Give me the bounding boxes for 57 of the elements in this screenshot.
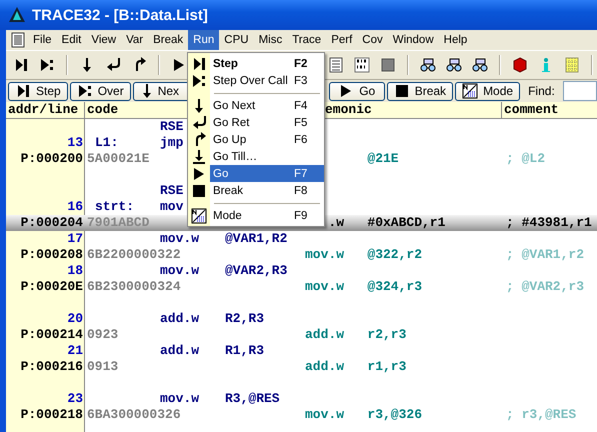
source-mnemonic: mov.w	[160, 391, 200, 406]
source-operands: @VAR1,R2	[225, 231, 288, 246]
mnemonic: add.w	[305, 327, 344, 342]
mnemonic: mov.w	[305, 247, 344, 262]
line-number: 21	[67, 343, 83, 358]
source-operands: @VAR2,R3	[225, 263, 288, 278]
line-number: 18	[67, 263, 83, 278]
operands: r2,r3	[367, 327, 406, 342]
mnemonic: add.w	[305, 359, 344, 374]
mnemonic: mov.w	[305, 407, 344, 422]
operands: r3,@326	[367, 407, 422, 422]
opcode: 5A00021E	[87, 151, 150, 166]
code-label: strt:	[95, 199, 134, 214]
line-number: 13	[67, 135, 83, 150]
address: P:000218	[20, 407, 83, 422]
find-label: Find:	[528, 84, 555, 98]
opcode: 0913	[87, 359, 118, 374]
operands: r1,r3	[367, 359, 406, 374]
address: P:000214	[20, 327, 83, 342]
opcode: 7901ABCD	[87, 215, 150, 230]
line-number: 16	[67, 199, 83, 214]
code-label: L1:	[95, 135, 118, 150]
source-mnemonic: add.w	[160, 311, 200, 326]
source-mnemonic: RSE	[160, 183, 184, 198]
line-number: 17	[67, 231, 83, 246]
line-number: 20	[67, 311, 83, 326]
operands: #0xABCD,r1	[367, 215, 446, 230]
line-number: 23	[67, 391, 83, 406]
source-mnemonic: add.w	[160, 343, 200, 358]
operands: @322,r2	[367, 247, 422, 262]
operands: @21E	[367, 151, 399, 166]
source-mnemonic: mov.w	[160, 263, 200, 278]
comment: ; @VAR1,r2	[506, 247, 584, 262]
comment: ; @L2	[506, 151, 546, 166]
source-operands: R2,R3	[225, 311, 264, 326]
address: P:000204	[20, 215, 83, 230]
source-operands: R3,@RES	[225, 391, 280, 406]
mnemonic: mov.w	[305, 279, 344, 294]
comment: ; r3,@RES	[506, 407, 576, 422]
operands: @324,r3	[367, 279, 422, 294]
opcode: 6BA300000326	[87, 407, 181, 422]
source-mnemonic: mov	[160, 199, 184, 214]
address: P:00020E	[20, 279, 83, 294]
opcode: 0923	[87, 327, 118, 342]
mnemonic: .w	[328, 215, 344, 230]
source-mnemonic: jmp	[160, 135, 184, 150]
window-title: TRACE32 - [B::Data.List]	[32, 6, 208, 24]
opcode: 6B2300000324	[87, 279, 181, 294]
source-operands: R1,R3	[225, 343, 264, 358]
source-mnemonic: RSE	[160, 119, 184, 134]
address: P:000208	[20, 247, 83, 262]
comment: ; @VAR2,r3	[506, 279, 584, 294]
comment: ; #43981,r1	[506, 215, 592, 230]
source-mnemonic: mov.w	[160, 231, 200, 246]
address: P:000200	[20, 151, 83, 166]
address: P:000216	[20, 359, 83, 374]
opcode: 6B2200000322	[87, 247, 181, 262]
